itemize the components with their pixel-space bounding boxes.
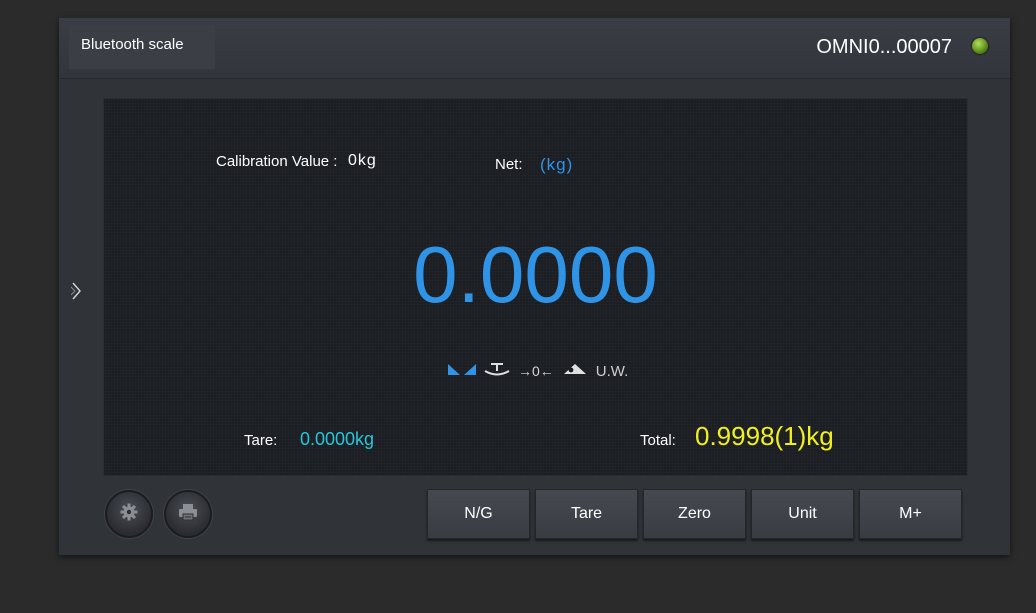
function-buttons: N/G Tare Zero Unit M+ [427, 489, 962, 539]
weight-display: Calibration Value : 0kg Net: (kg) 0.0000… [103, 98, 968, 476]
printer-icon [178, 503, 198, 526]
total-value: 0.9998(1)kg [695, 421, 834, 451]
calibration-value: 0kg [348, 152, 377, 169]
ng-button[interactable]: N/G [427, 489, 530, 539]
scale-window: Bluetooth scale OMNI0...00007 Calibratio… [59, 18, 1010, 555]
memory-plus-button[interactable]: M+ [859, 489, 962, 539]
app-title: Bluetooth scale [69, 25, 215, 69]
net-label: Net: [495, 156, 523, 173]
device-name[interactable]: OMNI0...00007 [816, 36, 952, 59]
gear-icon [120, 503, 138, 526]
status-indicators: →0← U.W. [448, 361, 628, 381]
title-bar: Bluetooth scale OMNI0...00007 [59, 18, 1010, 79]
calibration-label: Calibration Value : [216, 153, 338, 170]
total-label: Total: [640, 432, 676, 449]
settings-button[interactable] [105, 490, 153, 538]
chevron-right-icon[interactable] [70, 280, 85, 306]
connection-status-icon [972, 38, 988, 54]
weighing-icon [562, 362, 588, 381]
net-unit: (kg) [540, 155, 574, 174]
zero-button[interactable]: Zero [643, 489, 746, 539]
tare-icon [484, 361, 510, 382]
tare-button[interactable]: Tare [535, 489, 638, 539]
stable-icon [448, 362, 476, 381]
zero-indicator: →0← [518, 363, 554, 379]
tare-label: Tare: [244, 432, 278, 449]
tare-value: 0.0000kg [300, 429, 375, 449]
print-button[interactable] [164, 490, 212, 538]
weight-reading: 0.0000 [413, 230, 658, 319]
unit-button[interactable]: Unit [751, 489, 854, 539]
uw-indicator: U.W. [595, 362, 629, 380]
